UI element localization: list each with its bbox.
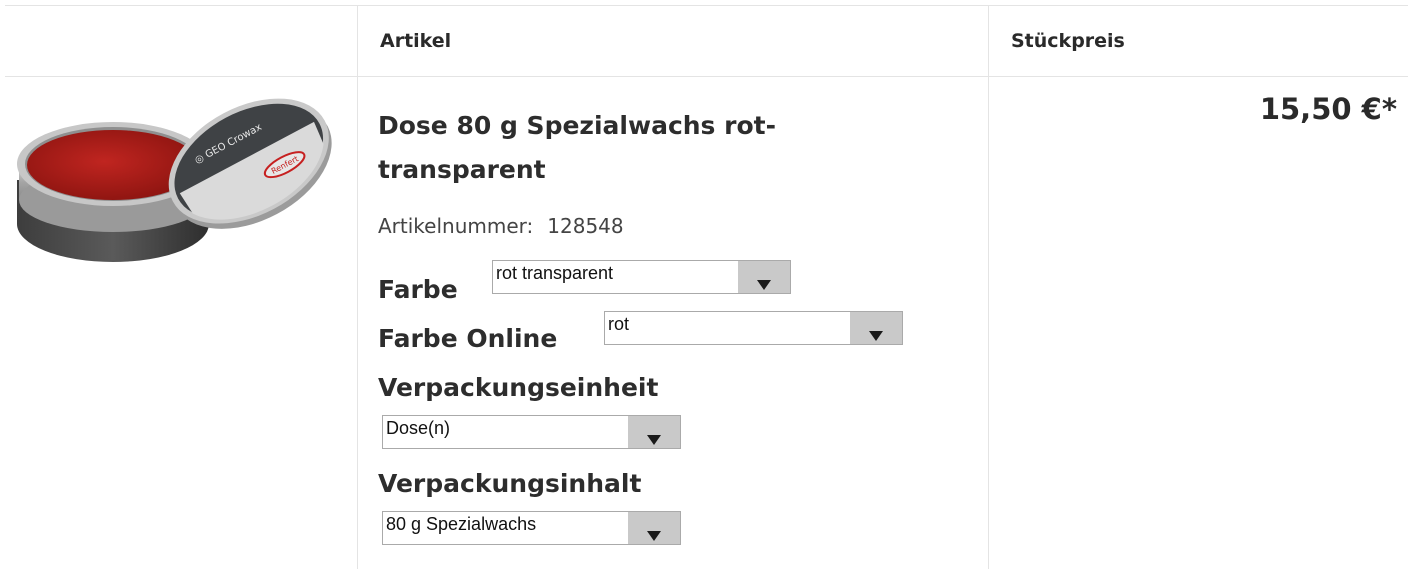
option-label-verpackungseinheit: Verpackungseinheit — [378, 373, 659, 402]
article-number: Artikelnummer: 128548 — [378, 214, 624, 238]
farbe-online-select-value: rot — [608, 314, 630, 334]
farbe-select[interactable]: rot transparent — [492, 260, 791, 294]
unit-price: 15,50 €* — [1259, 92, 1397, 126]
column-divider — [988, 6, 989, 569]
chevron-down-icon — [628, 416, 680, 448]
verpackungseinheit-select-value: Dose(n) — [386, 418, 451, 438]
farbe-online-select[interactable]: rot — [604, 311, 903, 345]
product-title[interactable]: Dose 80 g Spezialwachs rot-transparent — [378, 104, 898, 192]
verpackungsinhalt-select-value: 80 g Spezialwachs — [386, 514, 537, 534]
article-number-value: 128548 — [547, 214, 624, 238]
column-header-article: Artikel — [380, 30, 452, 52]
verpackungseinheit-select[interactable]: Dose(n) — [382, 415, 681, 449]
column-header-unit-price: Stückpreis — [1011, 30, 1125, 52]
wax-tin-image[interactable]: Renfert ◎ GEO Crowax — [17, 92, 335, 264]
verpackungsinhalt-select[interactable]: 80 g Spezialwachs — [382, 511, 681, 545]
option-label-verpackungsinhalt: Verpackungsinhalt — [378, 469, 642, 498]
farbe-select-value: rot transparent — [496, 263, 614, 283]
chevron-down-icon — [628, 512, 680, 544]
column-divider — [357, 6, 358, 569]
article-number-label: Artikelnummer: — [378, 214, 534, 238]
chevron-down-icon — [850, 312, 902, 344]
option-label-farbe: Farbe — [378, 275, 458, 304]
header-divider — [5, 76, 1408, 77]
option-label-farbe-online: Farbe Online — [378, 324, 558, 353]
chevron-down-icon — [738, 261, 790, 293]
